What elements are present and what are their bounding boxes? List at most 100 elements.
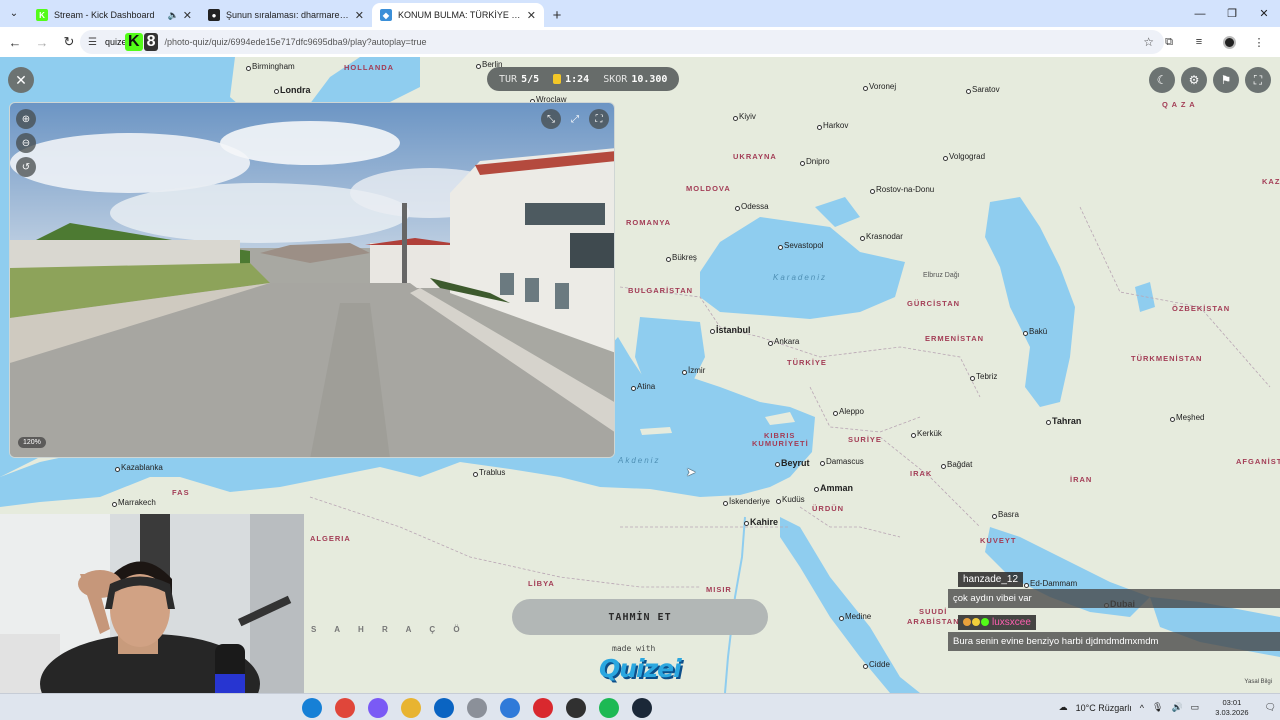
close-tab-icon[interactable]: ✕ bbox=[183, 9, 192, 22]
clock[interactable]: 03:01 3.03.2026 bbox=[1211, 698, 1252, 718]
city-label: Kiyiv bbox=[733, 112, 756, 121]
country-label: TÜRKMENİSTAN bbox=[1131, 354, 1203, 363]
record-icon[interactable] bbox=[533, 698, 553, 718]
region-label: S A H R A Ç Ö bbox=[311, 625, 468, 634]
forward-button[interactable]: → bbox=[30, 30, 54, 54]
country-label: UKRAYNA bbox=[733, 152, 777, 161]
store-icon[interactable] bbox=[500, 698, 520, 718]
app-icon[interactable] bbox=[467, 698, 487, 718]
tab-search-button[interactable]: ⌄ bbox=[0, 0, 28, 27]
close-quiz-button[interactable]: ✕ bbox=[8, 67, 34, 93]
volume-icon[interactable]: 🔊 bbox=[1171, 702, 1182, 713]
city-label: Kerkük bbox=[911, 429, 942, 438]
back-button[interactable]: ← bbox=[3, 30, 27, 54]
reload-button[interactable]: ↻ bbox=[57, 30, 81, 54]
extensions-icon[interactable]: ⧉ bbox=[1154, 30, 1184, 54]
overlay-badge-number: 8 bbox=[143, 33, 159, 51]
address-bar[interactable]: ☰ quize /photo-quiz/quiz/6994ede15e717df… bbox=[80, 30, 1164, 54]
maximize-button[interactable]: ❐ bbox=[1216, 0, 1248, 27]
score-value: 10.300 bbox=[631, 73, 668, 85]
file-explorer-icon[interactable] bbox=[401, 698, 421, 718]
guess-button[interactable]: TAHMİN ET bbox=[512, 599, 768, 635]
city-label: Bükreş bbox=[666, 253, 697, 262]
moon-icon: ☾ bbox=[1156, 73, 1168, 87]
weather-icon[interactable]: ☁ bbox=[1059, 702, 1068, 713]
city-label: Dnipro bbox=[800, 157, 830, 166]
country-label: Q A Z A bbox=[1162, 100, 1196, 109]
made-with-text: made with bbox=[612, 644, 656, 653]
water-label: Karadeniz bbox=[773, 273, 828, 282]
flag-icon: ⚑ bbox=[1220, 73, 1232, 87]
city-label: Medine bbox=[838, 612, 872, 621]
obs-icon[interactable] bbox=[566, 698, 586, 718]
chat-message: hanzade_12 çok aydın vibei var bbox=[948, 569, 1280, 608]
maximize-photo-button[interactable]: ⛶ bbox=[589, 109, 609, 129]
chat-username: luxsxcee bbox=[992, 617, 1031, 628]
notifications-icon[interactable]: 🗨 bbox=[1265, 702, 1276, 713]
kick-logo: K bbox=[125, 33, 143, 51]
zoom-in-button[interactable]: ⊕ bbox=[16, 109, 36, 129]
media-control-icon[interactable]: ≡ bbox=[1184, 30, 1214, 54]
city-label: Marrakech bbox=[112, 498, 156, 507]
city-label: Meşhed bbox=[1169, 413, 1205, 422]
weather-text[interactable]: 10°C Rüzgarlı bbox=[1076, 703, 1132, 713]
chat-overlay: hanzade_12 çok aydın vibei var luxsxcee … bbox=[948, 569, 1280, 651]
kick-icon: K bbox=[36, 9, 48, 21]
country-label: MOLDOVA bbox=[686, 184, 731, 193]
more-menu-icon[interactable]: ⋮ bbox=[1244, 30, 1274, 54]
quizei-logo[interactable]: Quizei bbox=[599, 654, 682, 683]
speaker-icon[interactable]: 🔈 bbox=[168, 10, 179, 21]
map-attribution[interactable]: Yasal Bilgi bbox=[1244, 679, 1272, 685]
stream-overlay-badge: K8 bbox=[125, 31, 159, 53]
city-label: Odessa bbox=[735, 202, 769, 211]
tab-1[interactable]: K Stream - Kick Dashboard 🔈 ✕ bbox=[28, 3, 200, 27]
round-label: TUR bbox=[499, 73, 518, 85]
reset-view-button[interactable]: ↺ bbox=[16, 157, 36, 177]
arrow-right-icon: → bbox=[35, 34, 49, 50]
tray-chevron-icon[interactable]: ^ bbox=[1140, 703, 1144, 713]
chrome-icon[interactable] bbox=[335, 698, 355, 718]
shrink-photo-button[interactable]: ⤡ bbox=[541, 109, 561, 129]
steam-icon[interactable] bbox=[632, 698, 652, 718]
tab-list: K Stream - Kick Dashboard 🔈 ✕ ● Şunun sıralam… bbox=[28, 3, 544, 27]
tab-2[interactable]: ● Şunun sıralaması: dharmareal | ✕ bbox=[200, 3, 372, 27]
country-label: MISIR bbox=[706, 585, 732, 594]
city-label: Atina bbox=[630, 382, 656, 391]
dark-mode-button[interactable]: ☾ bbox=[1149, 67, 1175, 93]
network-icon[interactable]: ▭ bbox=[1191, 702, 1200, 713]
minimize-button[interactable]: — bbox=[1184, 0, 1216, 27]
city-label: Amman bbox=[813, 483, 854, 493]
location-photo[interactable]: ⊕ ⊖ ↺ ⤡ ⤢ ⛶ 120% bbox=[9, 102, 615, 458]
mic-icon[interactable]: 🎙 bbox=[1152, 702, 1163, 713]
city-label: Volgograd bbox=[942, 152, 986, 161]
copilot-icon[interactable] bbox=[368, 698, 388, 718]
close-window-button[interactable]: ✕ bbox=[1248, 0, 1280, 27]
city-label: Kahire bbox=[743, 517, 779, 527]
windows-taskbar: ☁ 10°C Rüzgarlı ^ 🎙 🔊 ▭ 03:01 3.03.2026 … bbox=[0, 693, 1280, 720]
window-controls: — ❐ ✕ bbox=[1184, 0, 1280, 27]
maximize-icon: ⛶ bbox=[595, 113, 603, 125]
city-label: Kazablanka bbox=[115, 463, 163, 472]
expand-photo-button[interactable]: ⤢ bbox=[565, 109, 585, 129]
chat-text: çok aydın vibei var bbox=[948, 589, 1280, 608]
fullscreen-button[interactable]: ⛶ bbox=[1245, 67, 1271, 93]
close-tab-icon[interactable]: ✕ bbox=[527, 9, 536, 22]
screen: ⌄ K Stream - Kick Dashboard 🔈 ✕ ● Şunun sıral… bbox=[0, 0, 1280, 720]
tab-strip: ⌄ K Stream - Kick Dashboard 🔈 ✕ ● Şunun sıral… bbox=[0, 0, 1280, 27]
city-label: İskenderiye bbox=[723, 497, 770, 506]
close-tab-icon[interactable]: ✕ bbox=[355, 9, 364, 22]
report-button[interactable]: ⚑ bbox=[1213, 67, 1239, 93]
user-badges-icon bbox=[963, 618, 989, 627]
outlook-icon[interactable] bbox=[434, 698, 454, 718]
bookmark-star-icon[interactable]: ☆ bbox=[1143, 35, 1154, 49]
profile-avatar[interactable] bbox=[1214, 30, 1244, 54]
country-label: ÜRDÜN bbox=[812, 504, 845, 513]
edge-icon[interactable] bbox=[302, 698, 322, 718]
country-label: ALGERIA bbox=[310, 534, 351, 543]
new-tab-button[interactable]: + bbox=[544, 3, 570, 27]
spotify-icon[interactable] bbox=[599, 698, 619, 718]
site-info-icon[interactable]: ☰ bbox=[88, 37, 97, 48]
settings-button[interactable]: ⚙ bbox=[1181, 67, 1207, 93]
zoom-out-button[interactable]: ⊖ bbox=[16, 133, 36, 153]
tab-3[interactable]: ◆ KONUM BULMA: TÜRKİYE - Qu ✕ bbox=[372, 3, 544, 27]
